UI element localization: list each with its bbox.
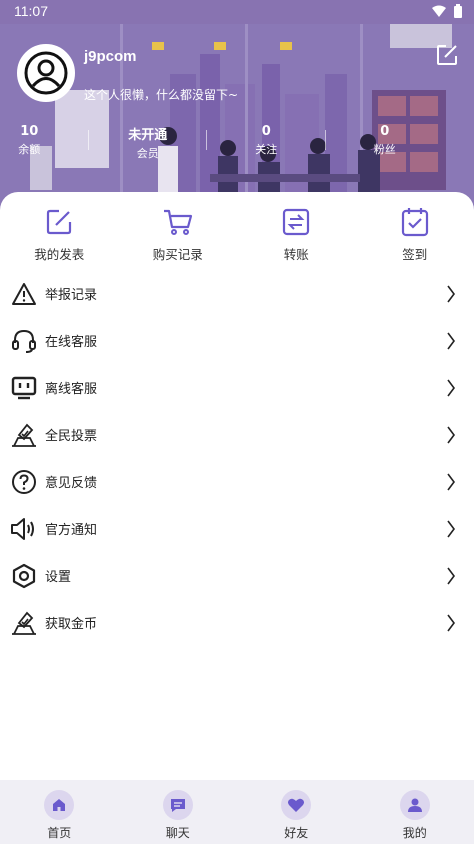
wifi-icon: [432, 5, 446, 17]
stat-balance[interactable]: 10 余额: [0, 124, 89, 161]
user-icon: [407, 798, 422, 812]
status-icons: [432, 4, 462, 18]
content-card: 我的发表 购买记录 转账 签到 举报记录 在线客服 离线客服 全民投票 意见反馈…: [0, 192, 474, 780]
bottom-tab-bar: 首页 聊天 好友 我的: [0, 780, 474, 844]
quick-action-transfer[interactable]: 转账: [237, 206, 356, 263]
quick-action-label: 转账: [283, 247, 309, 262]
vote-icon: [12, 423, 36, 447]
chevron-right-icon: [447, 473, 455, 490]
menu-item-label: 全民投票: [45, 429, 98, 444]
quick-action-purchases[interactable]: 购买记录: [119, 206, 238, 263]
menu-item-label: 设置: [45, 570, 72, 585]
speaker-icon: [11, 517, 34, 540]
user-signature: 这个人很懒，什么都没留下~: [84, 88, 239, 102]
menu-item-label: 离线客服: [45, 382, 98, 397]
menu-item-online-service[interactable]: 在线客服: [0, 317, 474, 364]
stat-followers[interactable]: 0 粉丝: [326, 124, 445, 161]
profile-header: j9pcom 这个人很懒，什么都没留下~ 10 余额 未开通 会员 0 关注 0…: [0, 24, 474, 210]
menu-item-official-notice[interactable]: 官方通知: [0, 505, 474, 552]
tab-label: 我的: [402, 826, 427, 840]
tab-home[interactable]: 首页: [0, 780, 119, 844]
headset-icon: [12, 329, 36, 353]
tab-label: 首页: [47, 826, 72, 840]
tv-icon: [11, 376, 37, 399]
warning-icon: [12, 282, 36, 305]
stat-value: 0: [380, 124, 390, 139]
stat-label: 余额: [18, 143, 41, 156]
stat-value: 0: [261, 124, 271, 139]
chevron-right-icon: [447, 426, 455, 443]
avatar[interactable]: [17, 44, 75, 102]
stat-value: 未开通: [128, 128, 168, 143]
chevron-right-icon: [447, 520, 455, 537]
menu-item-feedback[interactable]: 意见反馈: [0, 458, 474, 505]
chat-icon: [170, 799, 185, 812]
transfer-icon: [283, 208, 310, 236]
quick-action-label: 我的发表: [34, 247, 85, 262]
chevron-right-icon: [447, 379, 455, 396]
header-background-illustration: [0, 24, 474, 210]
tab-label: 好友: [284, 826, 309, 840]
menu-item-label: 获取金币: [45, 617, 98, 632]
menu-item-get-coins[interactable]: 获取金币: [0, 599, 474, 646]
question-icon: [12, 469, 36, 494]
menu-item-label: 官方通知: [45, 523, 98, 538]
chevron-right-icon: [447, 332, 455, 349]
heart-icon: [288, 798, 305, 812]
avatar-user-icon: [24, 51, 68, 95]
checkin-icon: [401, 208, 428, 237]
menu-list: 举报记录 在线客服 离线客服 全民投票 意见反馈 官方通知 设置 获取金币: [0, 270, 474, 646]
tab-friends[interactable]: 好友: [237, 780, 356, 844]
menu-item-report-records[interactable]: 举报记录: [0, 270, 474, 317]
chevron-right-icon: [447, 285, 455, 302]
stat-label: 会员: [136, 147, 159, 160]
quick-action-checkin[interactable]: 签到: [356, 206, 474, 263]
quick-action-label: 签到: [402, 247, 428, 262]
username: j9pcom: [84, 48, 137, 65]
menu-item-offline-service[interactable]: 离线客服: [0, 364, 474, 411]
menu-item-label: 意见反馈: [45, 476, 98, 491]
stat-value: 10: [20, 124, 39, 139]
status-time: 11:07: [14, 3, 48, 19]
home-icon: [53, 799, 66, 811]
cart-icon: [163, 209, 192, 235]
edit-icon: [47, 209, 72, 235]
stat-label: 关注: [255, 143, 278, 156]
menu-item-settings[interactable]: 设置: [0, 552, 474, 599]
tab-label: 聊天: [165, 826, 190, 840]
quick-actions: 我的发表 购买记录 转账 签到: [0, 206, 474, 263]
menu-item-label: 在线客服: [45, 335, 98, 350]
tab-mine[interactable]: 我的: [356, 780, 474, 844]
stats-row: 10 余额 未开通 会员 0 关注 0 粉丝: [0, 124, 474, 161]
stat-label: 粉丝: [373, 143, 396, 156]
chevron-right-icon: [447, 567, 455, 584]
edit-profile-icon[interactable]: [436, 44, 458, 66]
quick-action-label: 购买记录: [152, 247, 203, 262]
settings-icon: [12, 563, 36, 588]
menu-item-label: 举报记录: [45, 288, 98, 303]
coin-icon: [12, 611, 36, 635]
quick-action-my-posts[interactable]: 我的发表: [0, 206, 119, 263]
tab-chat[interactable]: 聊天: [119, 780, 238, 844]
status-bar: 11:07: [0, 0, 474, 24]
stat-following[interactable]: 0 关注: [207, 124, 326, 161]
battery-icon: [454, 4, 462, 18]
menu-item-public-vote[interactable]: 全民投票: [0, 411, 474, 458]
stat-membership[interactable]: 未开通 会员: [89, 124, 207, 161]
chevron-right-icon: [447, 614, 455, 631]
